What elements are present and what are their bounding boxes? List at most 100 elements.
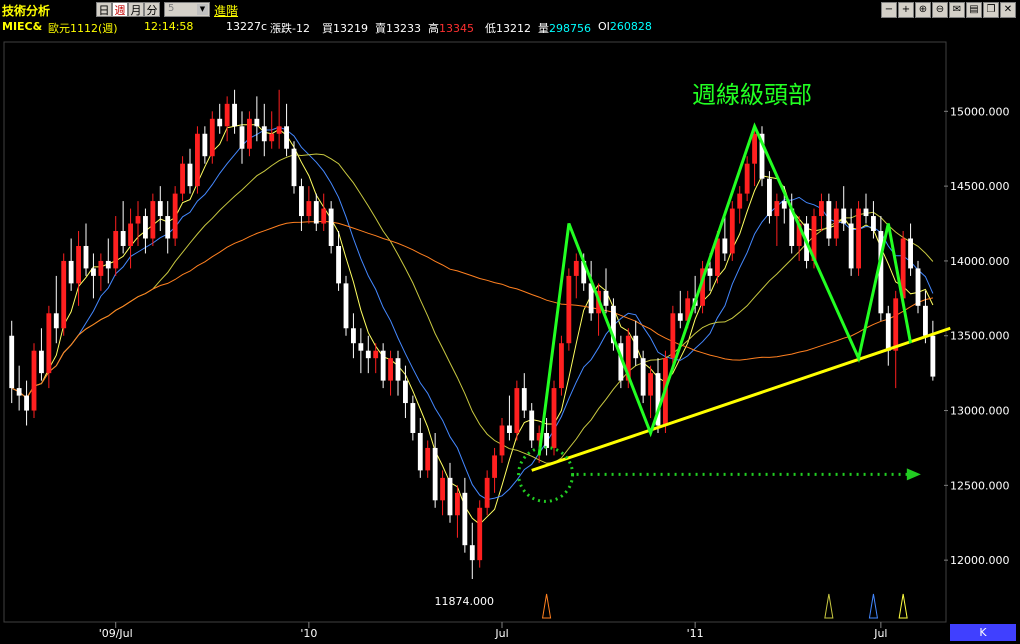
low-annotation: 11874.000: [435, 595, 495, 608]
candle-body: [83, 245, 89, 269]
minute-select[interactable]: 5 ▼: [164, 2, 210, 17]
candle-body: [425, 447, 431, 471]
candle-body: [559, 343, 564, 389]
quote-name: 歐元1112(週): [48, 22, 118, 35]
candle-body: [923, 305, 928, 336]
candle-body: [202, 133, 208, 157]
candle-body: [930, 335, 936, 377]
candle-body: [640, 358, 646, 396]
candle-body: [224, 103, 230, 127]
quote-symbol: MIEC&: [2, 20, 43, 33]
candle-body: [871, 216, 876, 232]
candle-body: [484, 477, 490, 508]
k-button[interactable]: K: [950, 624, 1016, 641]
candle-body: [306, 201, 312, 217]
candle-body: [833, 208, 839, 239]
candle-body: [46, 313, 52, 374]
candle-body: [388, 358, 393, 381]
candle-body: [187, 163, 193, 187]
candle-body: [544, 432, 549, 448]
y-tick-label: 12500.000: [950, 479, 1010, 492]
chart-title: 週線級頭部: [692, 81, 812, 109]
chat-icon[interactable]: ✉: [949, 2, 965, 18]
candle-body: [380, 350, 386, 381]
candle-body: [113, 231, 119, 269]
candle-body: [403, 380, 408, 404]
y-tick-label: 13000.000: [950, 405, 1010, 418]
chart-background: [0, 38, 1020, 644]
candle-body: [209, 118, 215, 157]
candle-body: [276, 126, 282, 134]
tab-week[interactable]: 週: [112, 2, 128, 17]
candle-body: [157, 201, 163, 217]
candle-body: [172, 193, 178, 239]
candle-body: [781, 201, 787, 209]
window-toolbar: − + ⊕ ⊖ ✉ ▤ ❐ ✕: [881, 2, 1016, 18]
period-tabs: 日 週 月 分: [96, 2, 160, 18]
dropdown-arrow-icon[interactable]: ▼: [197, 4, 208, 15]
close-icon[interactable]: ✕: [1000, 2, 1016, 18]
tab-day[interactable]: 日: [96, 2, 112, 17]
tab-month[interactable]: 月: [128, 2, 144, 17]
quote-time: 12:14:58: [144, 20, 194, 33]
candle-body: [343, 283, 349, 329]
candle-body: [269, 133, 275, 142]
quote-ask: 賣13233: [375, 22, 421, 35]
x-tick-label: '11: [687, 627, 704, 640]
candle-body: [120, 231, 126, 246]
candle-body: [856, 208, 861, 269]
candle-body: [24, 395, 29, 411]
candle-body: [633, 335, 639, 359]
candle-body: [165, 216, 171, 239]
candle-body: [432, 447, 438, 501]
candle-body: [677, 313, 683, 321]
zoom-out-icon[interactable]: ⊖: [932, 2, 948, 18]
candle-body: [68, 260, 74, 284]
candle-body: [722, 238, 728, 254]
candle-body: [670, 313, 676, 359]
quote-bid: 買13219: [322, 22, 368, 35]
candle-body: [16, 388, 22, 396]
candle-body: [915, 268, 921, 306]
candle-body: [76, 245, 81, 284]
print-icon[interactable]: ▤: [966, 2, 982, 18]
candle-body: [774, 201, 780, 217]
candle-body: [848, 223, 854, 269]
candle-body: [291, 148, 297, 187]
candle-body: [566, 275, 572, 344]
quote-low: 低13212: [485, 22, 531, 35]
candle-body: [551, 388, 557, 448]
tab-minute[interactable]: 分: [144, 2, 160, 17]
candle-body: [417, 432, 423, 471]
candle-body: [313, 201, 319, 224]
candle-body: [254, 118, 260, 127]
candle-body: [603, 290, 609, 306]
candle-body: [105, 260, 111, 269]
candle-body: [507, 425, 512, 433]
candle-body: [744, 163, 750, 194]
minus-icon[interactable]: −: [881, 2, 897, 18]
candle-body: [261, 126, 267, 142]
candle-body: [908, 238, 913, 269]
minute-value: 5: [168, 3, 175, 14]
zoom-in-icon[interactable]: ⊕: [915, 2, 931, 18]
candle-body: [53, 313, 59, 329]
candle-body: [358, 343, 364, 351]
y-tick-label: 12000.000: [950, 554, 1010, 567]
candle-body: [217, 118, 223, 127]
advanced-link[interactable]: 進階: [214, 2, 238, 19]
candle-body: [514, 388, 520, 433]
candle-body: [239, 126, 245, 149]
price-chart[interactable]: 15144.00011874.000 12000.00012500.000130…: [0, 38, 1020, 644]
restore-icon[interactable]: ❐: [983, 2, 999, 18]
candle-body: [61, 260, 67, 329]
candle-body: [98, 260, 104, 276]
quote-oi: OI260828: [598, 20, 652, 33]
candle-body: [247, 118, 252, 149]
y-tick-label: 15000.000: [950, 105, 1010, 118]
plus-icon[interactable]: +: [898, 2, 914, 18]
y-tick-label: 13500.000: [950, 330, 1010, 343]
x-tick-label: Jul: [873, 627, 887, 640]
candle-body: [826, 201, 832, 239]
candle-body: [373, 350, 379, 359]
